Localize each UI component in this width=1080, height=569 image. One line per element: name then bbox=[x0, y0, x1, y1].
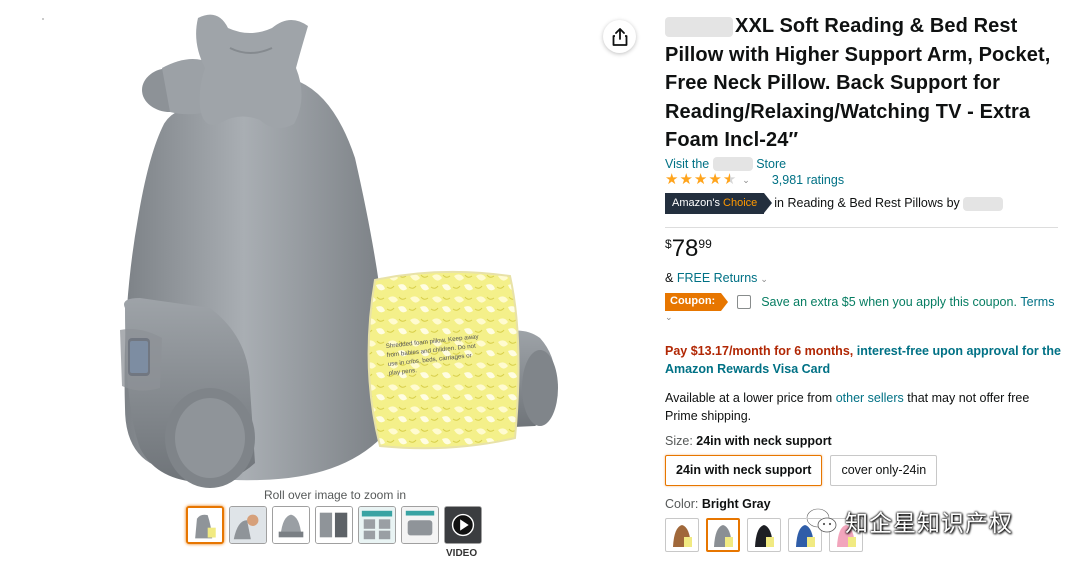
store-link-prefix: Visit the bbox=[665, 156, 710, 171]
price: $ 78 99 bbox=[665, 234, 1065, 268]
watermark: 知企星知识产权 bbox=[805, 504, 1013, 538]
wechat-icon bbox=[806, 508, 837, 533]
size-option-24in-with-neck-support[interactable]: 24in with neck support bbox=[665, 455, 823, 487]
product-title: XXL Soft Reading & Bed Rest Pillow with … bbox=[665, 12, 1065, 155]
badge-choice-text: Choice bbox=[723, 197, 758, 210]
chevron-down-icon[interactable]: ⌄ bbox=[665, 312, 1065, 323]
price-whole: 78 bbox=[671, 235, 699, 263]
thumbnail-image bbox=[230, 507, 266, 543]
chevron-down-icon[interactable]: ⌄ bbox=[760, 274, 768, 284]
color-swatch-black[interactable] bbox=[747, 518, 781, 553]
thumbnail-6[interactable] bbox=[401, 506, 439, 544]
price-symbol: $ bbox=[665, 237, 672, 252]
thumbnail-2[interactable] bbox=[229, 506, 267, 544]
thumbnail-4[interactable] bbox=[315, 506, 353, 544]
divider bbox=[665, 227, 1058, 229]
size-selected-value: 24in with neck support bbox=[696, 434, 832, 449]
amazons-choice-badge: Amazon's Choice bbox=[665, 193, 773, 215]
star-icon: ★ bbox=[708, 171, 722, 189]
price-fraction: 99 bbox=[698, 237, 712, 252]
coupon-checkbox[interactable] bbox=[737, 295, 752, 310]
coupon-text: Save an extra $5 when you apply this cou… bbox=[761, 295, 1017, 310]
half-star-icon: ★ bbox=[722, 171, 737, 189]
redacted-brand bbox=[963, 197, 1004, 212]
size-options: 24in with neck support cover only-24in bbox=[665, 455, 1065, 487]
choice-category: in Reading & Bed Rest Pillows by bbox=[774, 196, 1004, 212]
thumbnail-5[interactable] bbox=[358, 506, 396, 544]
color-label-text: Color: bbox=[665, 497, 699, 512]
star-icon: ★ bbox=[679, 171, 693, 189]
color-selected-value: Bright Gray bbox=[701, 497, 771, 512]
thumbnail-1[interactable] bbox=[186, 506, 224, 544]
thumbnail-3[interactable] bbox=[272, 506, 310, 544]
play-video-icon bbox=[445, 507, 481, 543]
free-returns: & FREE Returns ⌄ bbox=[665, 271, 1065, 285]
thumbnail-video[interactable] bbox=[444, 506, 482, 544]
chevron-down-icon[interactable]: ⌄ bbox=[742, 175, 750, 186]
badge-amazon-text: Amazon's bbox=[672, 197, 720, 210]
swatch-image bbox=[714, 525, 733, 548]
thumbnail-image bbox=[359, 507, 395, 543]
choice-category-text: in Reading & Bed Rest Pillows by bbox=[774, 196, 960, 211]
product-main-image[interactable]: Shredded foam pillow. Keep away from bab… bbox=[100, 8, 570, 488]
color-swatch-bright-gray[interactable] bbox=[706, 518, 740, 553]
amazons-choice-row: Amazon's Choice in Reading & Bed Rest Pi… bbox=[665, 193, 1065, 215]
size-option-cover-only-24in[interactable]: cover only-24in bbox=[830, 455, 938, 487]
redacted-store-name bbox=[712, 157, 753, 172]
other-sellers-link[interactable]: other sellers bbox=[836, 391, 904, 405]
star-icon: ★ bbox=[665, 171, 679, 189]
redacted-brand bbox=[665, 16, 733, 37]
video-label: VIDEO bbox=[446, 548, 478, 559]
lower-price-text: Available at a lower price from bbox=[665, 391, 833, 406]
size-label-text: Size: bbox=[665, 434, 693, 449]
thumbnail-image bbox=[273, 507, 309, 543]
coupon-badge: Coupon: bbox=[665, 293, 729, 312]
image-thumbnails bbox=[186, 506, 482, 544]
lower-price-notice: Available at a lower price from other se… bbox=[665, 389, 1065, 425]
free-returns-link[interactable]: FREE Returns bbox=[677, 271, 758, 285]
returns-prefix: & bbox=[665, 271, 674, 286]
thumbnail-image bbox=[188, 508, 222, 542]
rating-row: ★ ★ ★ ★ ★ ⌄ 3,981 ratings bbox=[665, 172, 1065, 188]
star-rating[interactable]: ★ ★ ★ ★ ★ bbox=[665, 172, 736, 188]
share-icon bbox=[612, 27, 627, 46]
financing-offer[interactable]: Pay $13.17/month for 6 months, interest-… bbox=[665, 342, 1065, 378]
product-details: XXL Soft Reading & Bed Rest Pillow with … bbox=[665, 12, 1065, 553]
store-link[interactable]: Visit the Store bbox=[665, 157, 1065, 172]
swatch-image bbox=[755, 525, 774, 548]
financing-price: Pay $13.17/month for 6 months, bbox=[665, 344, 854, 359]
thumbnail-image bbox=[402, 507, 438, 543]
zoom-hint: Roll over image to zoom in bbox=[263, 488, 407, 502]
stray-dot bbox=[42, 18, 44, 20]
color-swatch-brown[interactable] bbox=[665, 518, 699, 553]
share-button[interactable] bbox=[603, 20, 636, 53]
store-link-suffix: Store bbox=[756, 156, 787, 171]
ratings-count-link[interactable]: 3,981 ratings bbox=[772, 173, 844, 187]
coupon-terms-link[interactable]: Terms bbox=[1020, 295, 1054, 309]
star-icon: ★ bbox=[693, 171, 708, 189]
coupon-row: Coupon: Save an extra $5 when you apply … bbox=[665, 293, 1065, 312]
thumbnail-image bbox=[316, 507, 352, 543]
size-label: Size: 24in with neck support bbox=[665, 434, 1065, 448]
swatch-image bbox=[673, 525, 692, 548]
watermark-text: 知企星知识产权 bbox=[845, 511, 1013, 537]
